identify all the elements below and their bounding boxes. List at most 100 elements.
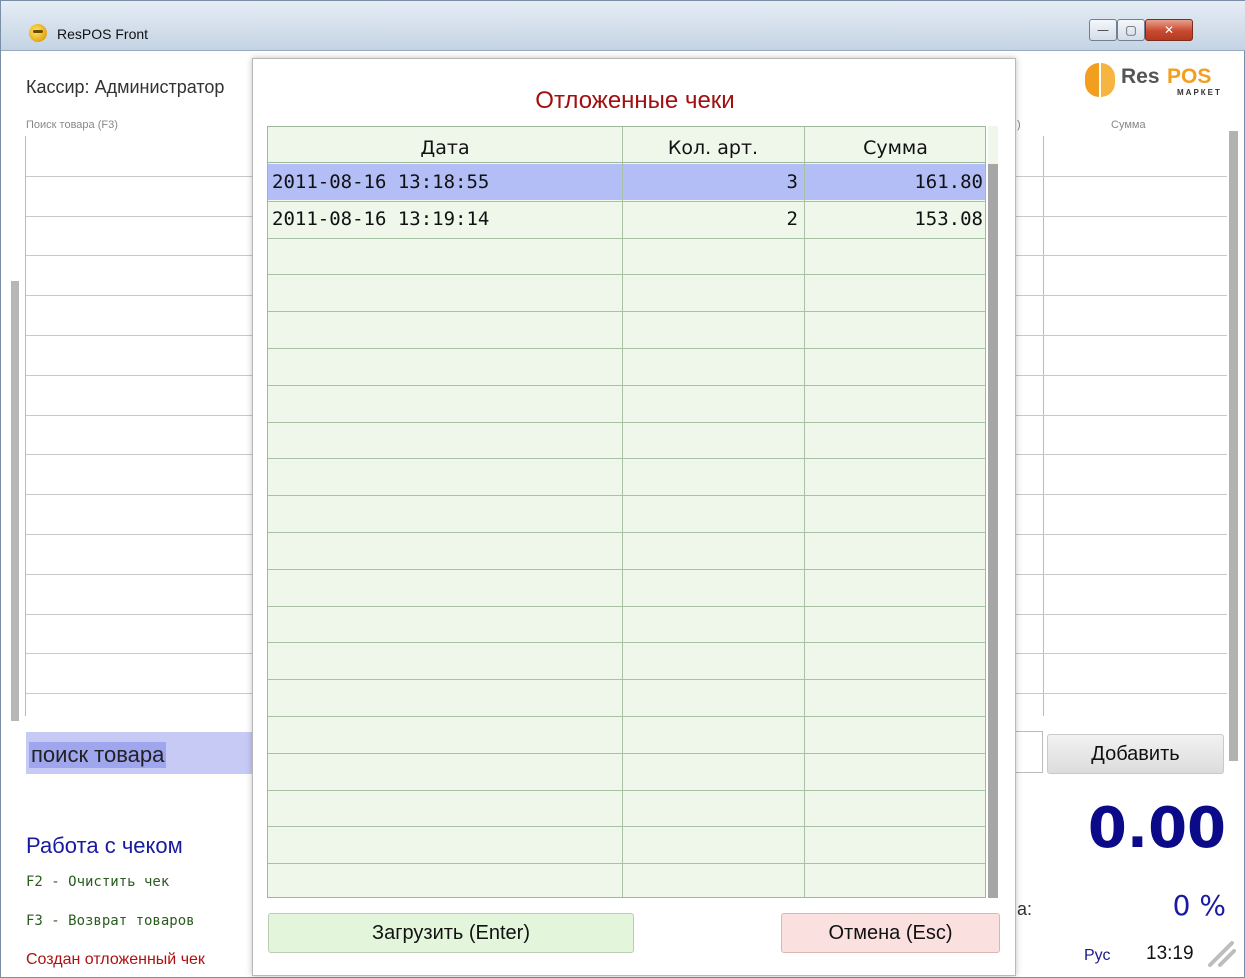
table-grid-lines (268, 164, 985, 897)
grid-divider (26, 653, 253, 655)
grid-divider (26, 693, 253, 695)
maximize-button[interactable]: ▢ (1117, 19, 1145, 41)
row-divider (268, 532, 985, 533)
left-scrollbar[interactable] (11, 281, 19, 721)
row-qty: 2 (786, 208, 798, 230)
row-divider (268, 605, 985, 607)
grid-divider (1015, 613, 1227, 615)
dialog-title: Отложенные чеки (535, 87, 735, 114)
row-divider (268, 384, 985, 386)
logo-text-res: Res (1121, 65, 1160, 88)
column-header-date[interactable]: Дата (268, 127, 622, 163)
title-bar[interactable]: ResPOS Front — ▢ ✕ (1, 1, 1245, 51)
discount-label-partial: а: (1017, 899, 1033, 919)
dialog-scrollbar[interactable] (988, 164, 998, 898)
discount-value: 0 % (1172, 889, 1226, 922)
row-divider (268, 458, 985, 460)
table-row[interactable]: 2011-08-16 13:19:14 2 153.08 (268, 201, 985, 237)
grid-divider (1015, 374, 1227, 376)
deferred-receipts-dialog: Отложенные чеки Дата Кол. арт. Сумма 201… (252, 58, 1016, 976)
respos-logo: Res POS МАРКЕТ (1083, 61, 1233, 101)
hotkey-return-goods[interactable]: F3 - Возврат товаров (26, 913, 195, 929)
column-header-qty[interactable]: Кол. арт. (622, 127, 804, 163)
cancel-button[interactable]: Отмена (Esc) (781, 913, 1000, 953)
row-qty: 3 (786, 171, 798, 193)
row-divider (268, 311, 985, 313)
grid-divider (26, 534, 253, 535)
row-divider (268, 495, 985, 497)
grid-divider (1015, 215, 1227, 217)
row-divider (268, 421, 985, 423)
column-separator (622, 127, 623, 897)
row-date: 2011-08-16 13:19:14 (272, 208, 490, 230)
add-quantity-input[interactable] (1015, 731, 1043, 773)
app-icon (29, 24, 47, 42)
grid-divider (1015, 573, 1227, 575)
grid-divider (1015, 175, 1227, 177)
grid-divider (1015, 414, 1227, 416)
logo-text-pos: POS (1167, 65, 1212, 88)
logo-subtitle: МАРКЕТ (1177, 88, 1222, 97)
status-message: Создан отложенный чек (26, 951, 205, 968)
row-divider (268, 642, 985, 644)
minimize-button[interactable]: — (1089, 19, 1117, 41)
search-input[interactable]: поиск товара (26, 732, 252, 774)
work-with-receipt-title: Работа с чеком (26, 833, 183, 858)
row-divider (268, 863, 985, 865)
row-divider (268, 679, 985, 681)
logo-mark-icon (1085, 63, 1115, 97)
sum-column-header: Сумма (1111, 119, 1146, 131)
row-sum: 153.08 (914, 208, 983, 230)
grid-divider (1015, 494, 1227, 496)
clock: 13:19 (1146, 943, 1194, 964)
grid-divider (1015, 693, 1227, 695)
grid-divider (26, 573, 253, 575)
grid-divider (26, 374, 253, 376)
grid-divider (1015, 335, 1227, 336)
load-button[interactable]: Загрузить (Enter) (268, 913, 634, 953)
grid-divider (1015, 255, 1227, 257)
grid-divider (26, 414, 253, 416)
receipt-grid-left (25, 136, 253, 716)
grid-divider (26, 215, 253, 217)
table-header: Дата Кол. арт. Сумма (268, 127, 985, 163)
deferred-receipts-table: Дата Кол. арт. Сумма 2011-08-16 13:18:55… (267, 126, 986, 898)
receipt-total: 0.00 (1087, 796, 1226, 861)
scrollbar-header-spacer (988, 126, 998, 164)
add-button[interactable]: Добавить (1047, 734, 1224, 774)
grid-divider (1015, 534, 1227, 535)
table-row[interactable]: 2011-08-16 13:18:55 3 161.80 (268, 164, 985, 200)
grid-divider (26, 175, 253, 177)
grid-divider (1015, 295, 1227, 297)
hotkey-clear-receipt[interactable]: F2 - Очистить чек (26, 874, 169, 890)
receipt-grid-right (1015, 136, 1227, 716)
row-divider (268, 826, 985, 828)
resize-grip-icon[interactable] (1206, 941, 1236, 969)
row-divider (268, 237, 985, 239)
cashier-label: Кассир: Администратор (26, 77, 225, 97)
close-button[interactable]: ✕ (1145, 19, 1193, 41)
row-divider (268, 752, 985, 754)
grid-divider (26, 494, 253, 496)
column-separator (804, 127, 805, 897)
row-divider (268, 568, 985, 570)
app-window: ResPOS Front — ▢ ✕ Кассир: Администратор… (0, 0, 1245, 978)
column-header-sum[interactable]: Сумма (804, 127, 985, 163)
grid-divider (26, 454, 253, 456)
grid-divider (26, 255, 253, 257)
row-date: 2011-08-16 13:18:55 (272, 171, 490, 193)
grid-divider (1015, 454, 1227, 456)
grid-divider (26, 295, 253, 297)
row-sum: 161.80 (914, 171, 983, 193)
grid-divider (26, 335, 253, 336)
grid-divider (1015, 653, 1227, 655)
search-column-header: Поиск товара (F3) (26, 119, 118, 131)
qty-column-header-partial: ) (1017, 119, 1021, 131)
row-divider (268, 274, 985, 276)
search-input-text: поиск товара (29, 742, 167, 768)
window-title: ResPOS Front (57, 26, 149, 42)
row-divider (268, 348, 985, 349)
keyboard-language: Рус (1084, 947, 1111, 964)
grid-divider (26, 613, 253, 615)
right-scrollbar[interactable] (1229, 131, 1238, 761)
